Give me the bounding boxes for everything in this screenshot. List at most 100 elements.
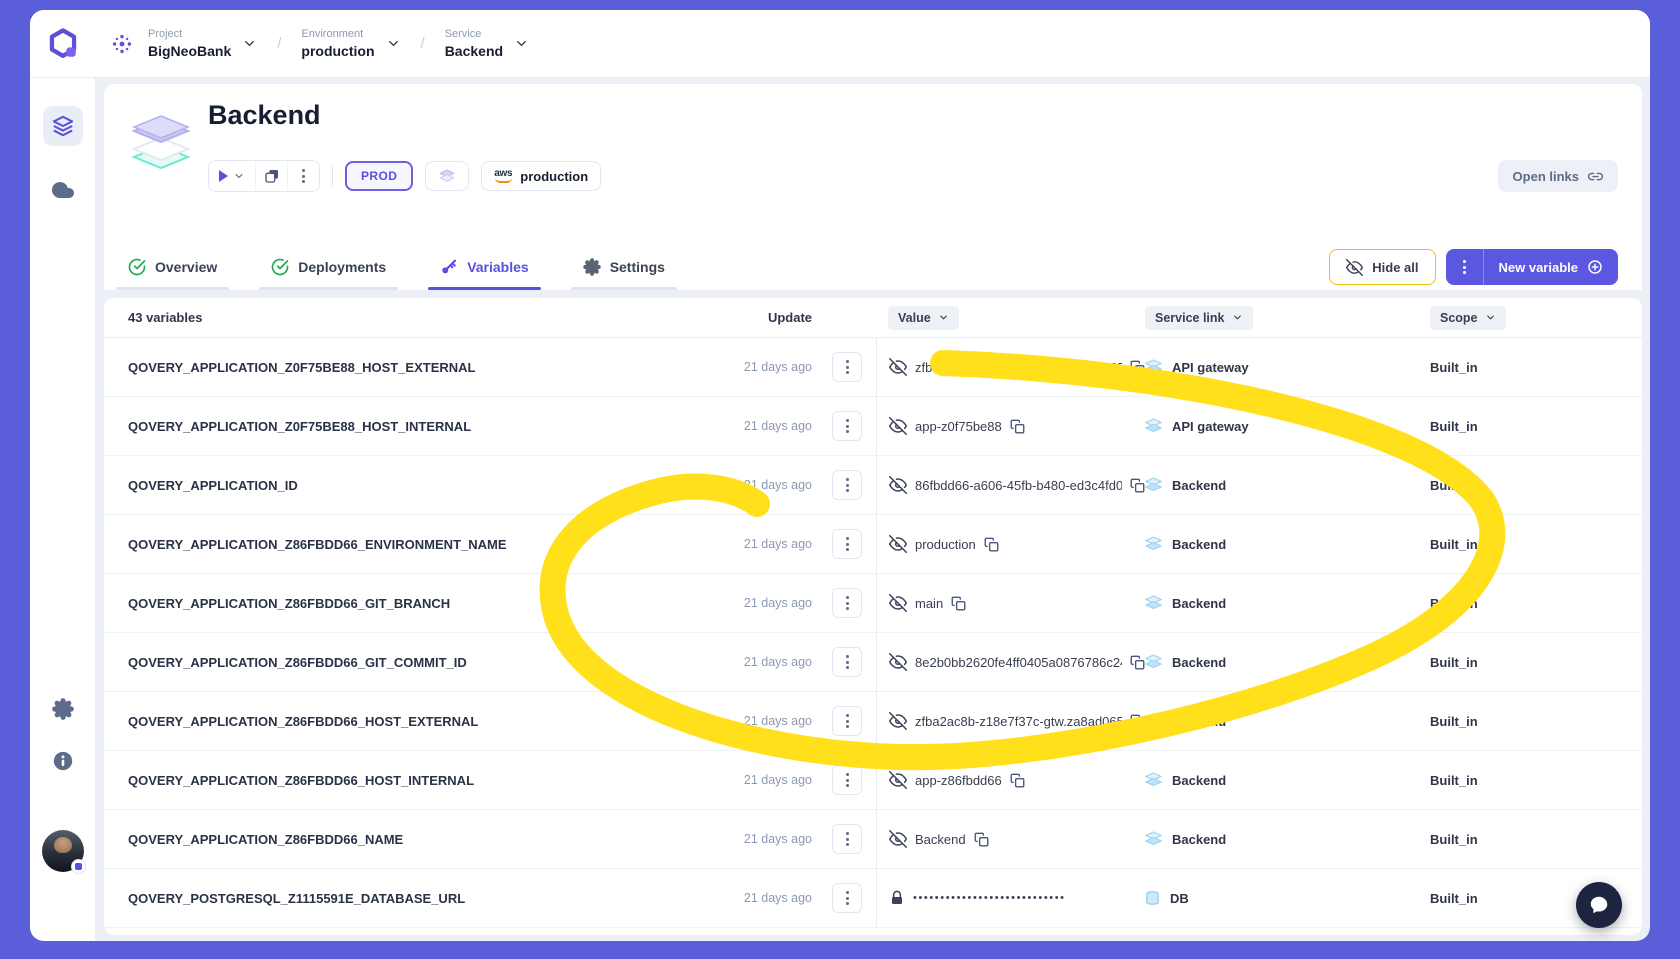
sidebar-item-help[interactable] [43,741,83,781]
copy-icon[interactable] [1010,773,1025,788]
copy-icon[interactable] [984,537,999,552]
table-row: QOVERY_APPLICATION_Z86FBDD66_HOST_EXTERN… [104,692,1642,751]
scope-filter-chip[interactable]: Scope [1430,305,1506,330]
row-menu-button[interactable] [832,647,862,677]
page-title: Backend [208,100,321,130]
row-menu-button[interactable] [832,706,862,736]
row-menu-button[interactable] [832,824,862,854]
service-layers-icon [1145,654,1162,670]
service-layers-icon [1145,713,1162,729]
play-button[interactable] [209,161,255,191]
app-window: Project BigNeoBank / Environment product… [30,10,1650,941]
service-link-cell[interactable]: Backend [1145,595,1430,611]
row-menu-button[interactable] [832,352,862,382]
variable-value: zfba2ac8b-z13fd4646-gtw.za8ad0659.bool..… [915,359,1122,375]
eye-off-icon[interactable] [889,594,907,612]
variable-value-cell: production [876,515,1145,573]
environment-label: Environment [301,28,364,40]
service-link-cell[interactable]: Backend [1145,772,1430,788]
new-variable-group: New variable [1445,249,1619,285]
service-link-cell[interactable]: API gateway [1145,418,1430,434]
row-menu-button[interactable] [832,411,862,441]
service-menu-button[interactable] [287,161,319,191]
row-menu-button[interactable] [832,883,862,913]
user-avatar[interactable] [42,830,86,874]
tab-settings[interactable]: Settings [569,244,679,290]
variable-updated: 21 days ago [743,714,812,728]
copy-icon[interactable] [1130,478,1145,493]
link-icon [1588,172,1603,180]
chat-widget-button[interactable] [1576,882,1622,928]
copy-icon[interactable] [1130,655,1145,670]
service-link-cell[interactable]: Backend [1145,654,1430,670]
variable-name: QOVERY_APPLICATION_Z86FBDD66_GIT_BRANCH [128,595,451,611]
new-variable-menu-button[interactable] [1446,249,1484,285]
tab-deployments[interactable]: Deployments [257,244,400,290]
environment-mode-button[interactable] [425,161,470,191]
open-links-button[interactable]: Open links [1497,160,1618,192]
sidebar-item-clusters[interactable] [43,170,83,210]
sidebar-item-services[interactable] [43,106,83,146]
variable-scope: Built_in [1430,772,1478,788]
chevron-down-icon [242,36,257,51]
variable-name: QOVERY_POSTGRESQL_Z1115591E_DATABASE_URL [128,890,466,906]
service-action-row: PROD aws production [208,160,602,192]
aws-logo-icon: aws [494,169,513,183]
project-label: Project [148,28,183,40]
copy-icon[interactable] [1010,419,1025,434]
database-icon [1145,890,1160,906]
row-menu-button[interactable] [832,765,862,795]
cluster-chip[interactable]: aws production [481,161,602,191]
tab-variables[interactable]: Variables [426,244,543,290]
breadcrumb-service[interactable]: Service Backend [445,28,529,59]
variable-scope: Built_in [1430,654,1478,670]
service-link-name: Backend [1172,536,1227,552]
chevron-down-icon [1233,315,1241,320]
service-link-cell[interactable]: API gateway [1145,359,1430,375]
service-link-cell[interactable]: Backend [1145,713,1430,729]
eye-off-icon [1346,258,1364,276]
eye-off-icon[interactable] [889,712,907,730]
table-row: QOVERY_APPLICATION_ID 21 days ago 86fbdd… [104,456,1642,515]
value-filter-chip[interactable]: Value [888,305,959,330]
cluster-name: production [520,168,589,184]
info-icon [53,751,73,771]
eye-off-icon[interactable] [889,417,907,435]
service-link-cell[interactable]: Backend [1145,831,1430,847]
row-menu-button[interactable] [832,529,862,559]
row-menu-button[interactable] [832,588,862,618]
eye-off-icon[interactable] [889,358,907,376]
service-link-name: Backend [1172,595,1227,611]
left-sidebar [30,78,96,941]
sidebar-item-settings[interactable] [43,689,83,729]
copy-icon[interactable] [974,832,989,847]
eye-off-icon[interactable] [889,830,907,848]
lock-icon [889,890,905,906]
service-link-cell[interactable]: Backend [1145,536,1430,552]
eye-off-icon[interactable] [889,771,907,789]
variable-name: QOVERY_APPLICATION_Z86FBDD66_GIT_COMMIT_… [128,654,467,670]
variable-updated: 21 days ago [743,773,812,787]
qovery-logo[interactable] [30,27,96,61]
service-layers-icon [1145,359,1162,375]
eye-off-icon[interactable] [889,476,907,494]
copy-icon[interactable] [951,596,966,611]
copy-icon[interactable] [1130,360,1145,375]
aws-smile-swoosh [494,178,512,183]
new-variable-button[interactable]: New variable [1484,249,1619,285]
tab-overview[interactable]: Overview [114,244,231,290]
redeploy-button[interactable] [255,161,287,191]
service-link-cell[interactable]: Backend [1145,477,1430,493]
service-link-cell[interactable]: DB [1145,890,1430,906]
eye-off-icon[interactable] [889,535,907,553]
hide-all-button[interactable]: Hide all [1329,249,1436,285]
row-menu-button[interactable] [832,470,862,500]
copy-icon[interactable] [1130,714,1145,729]
service-link-filter-chip[interactable]: Service link [1145,305,1253,330]
variable-value: app-z86fbdd66 [915,772,1002,788]
breadcrumb-environment[interactable]: Environment production [301,28,400,59]
environment-value: production [301,43,375,59]
breadcrumb-project[interactable]: Project BigNeoBank [148,28,257,59]
tab-deployments-label: Deployments [298,259,387,275]
eye-off-icon[interactable] [889,653,907,671]
